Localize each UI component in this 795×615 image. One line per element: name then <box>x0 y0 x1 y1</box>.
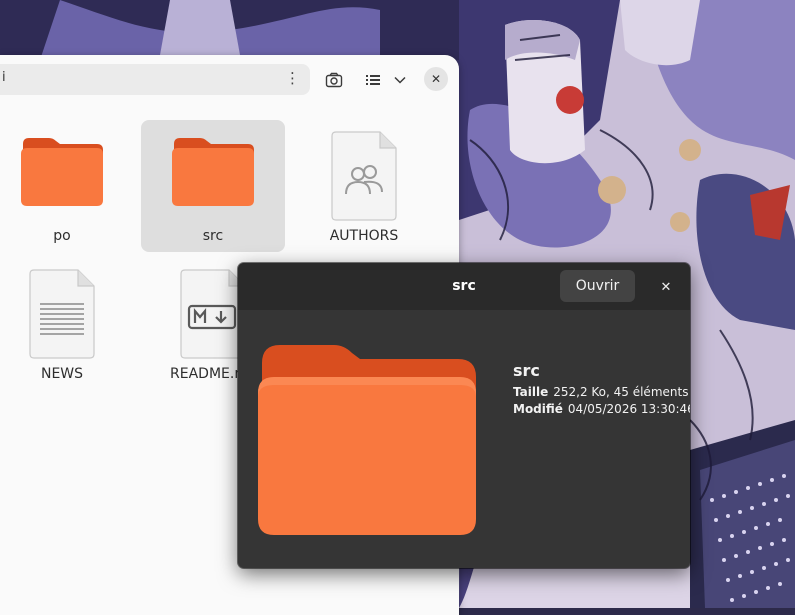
folder-icon <box>0 130 134 226</box>
close-icon[interactable]: ✕ <box>424 67 448 91</box>
camera-icon[interactable] <box>322 66 346 94</box>
modified-row: Modifié 04/05/2026 13:30:46 <box>513 401 690 418</box>
chevron-down-icon[interactable] <box>392 66 408 94</box>
more-vertical-icon[interactable]: ⋮ <box>285 69 300 87</box>
text-file-icon <box>0 268 134 364</box>
file-item-label: NEWS <box>40 366 84 382</box>
file-item-po[interactable]: po <box>0 120 134 252</box>
folder-icon <box>141 130 285 226</box>
file-name: src <box>513 361 540 380</box>
file-item-label: AUTHORS <box>329 228 399 244</box>
file-item-label: src <box>202 228 224 244</box>
contacts-file-icon <box>292 130 436 226</box>
modified-label: Modifié <box>513 402 563 416</box>
close-icon[interactable]: ✕ <box>654 275 678 299</box>
file-item-label: po <box>53 228 71 244</box>
folder-icon <box>254 341 480 541</box>
modified-value: 04/05/2026 13:30:46 <box>567 402 690 416</box>
file-item-news[interactable]: NEWS <box>0 258 134 390</box>
file-info: src Taille 252,2 Ko, 45 éléments Modifié 0… <box>513 361 690 418</box>
header-bar: i ⋮ ✕ <box>0 55 459 103</box>
size-value: 252,2 Ko, 45 éléments <box>553 385 689 399</box>
dialog-header: src Ouvrir ✕ <box>238 263 690 310</box>
properties-dialog: src Ouvrir ✕ src Taille 252,2 Ko, 45 élém… <box>238 263 690 568</box>
open-button[interactable]: Ouvrir <box>560 270 635 302</box>
path-text: i <box>2 70 6 85</box>
size-row: Taille 252,2 Ko, 45 éléments <box>513 384 690 401</box>
size-label: Taille <box>513 385 549 399</box>
file-item-authors[interactable]: AUTHORS <box>292 120 436 252</box>
file-item-src[interactable]: src <box>141 120 285 252</box>
path-bar[interactable]: i ⋮ <box>0 64 310 95</box>
list-view-icon[interactable] <box>364 66 382 94</box>
